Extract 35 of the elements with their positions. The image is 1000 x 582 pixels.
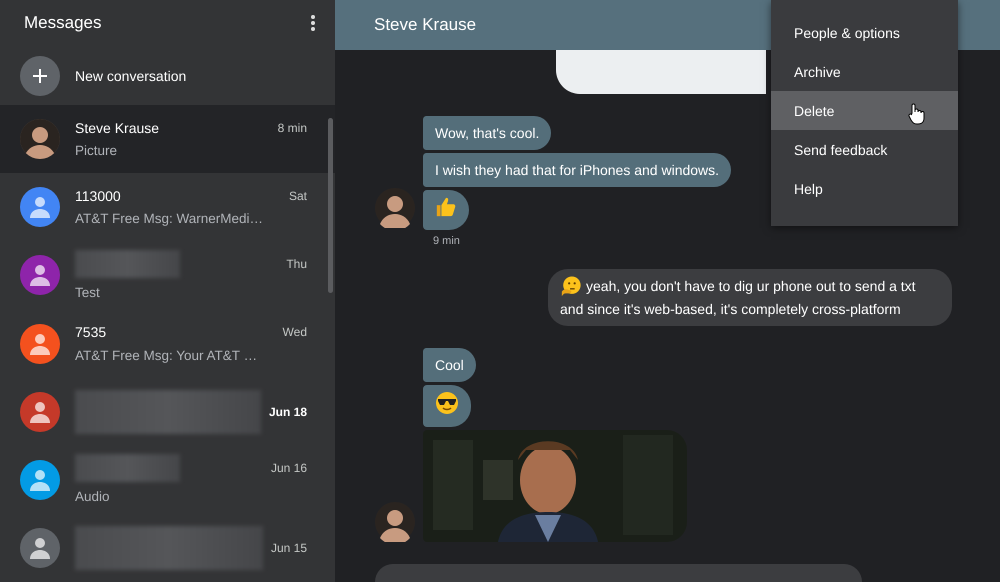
message-time: Jun 15 bbox=[270, 540, 307, 555]
contact-name: Steve Krause bbox=[75, 120, 160, 136]
message-bubble: I wish they had that for iPhones and windows. bbox=[423, 152, 732, 187]
menu-item[interactable]: People & options bbox=[771, 13, 958, 52]
message-time: Thu bbox=[286, 256, 307, 271]
message-time: 8 min bbox=[278, 120, 307, 135]
message-time: Jun 18 bbox=[268, 404, 307, 419]
new-conversation-link[interactable]: New conversation bbox=[75, 68, 186, 84]
conversation-item[interactable]: Jun 15 bbox=[0, 514, 335, 582]
message-preview: Test bbox=[75, 284, 100, 300]
menu-item[interactable]: Delete bbox=[771, 91, 958, 130]
menu-item[interactable]: Help bbox=[771, 169, 958, 208]
message-preview: Picture bbox=[75, 143, 118, 158]
conversation-item[interactable]: Thu Test bbox=[0, 241, 335, 310]
contact-name: 113000 bbox=[75, 188, 121, 204]
menu-item[interactable]: Send feedback bbox=[771, 130, 958, 169]
message-time: Sat bbox=[288, 188, 307, 203]
message-time: Wed bbox=[282, 325, 307, 340]
app-title: Messages bbox=[24, 13, 102, 34]
message-preview: AT&T Free Msg: WarnerMedi… bbox=[75, 211, 264, 226]
message-time: Jun 16 bbox=[270, 461, 307, 476]
message-preview: Audio bbox=[75, 489, 110, 504]
message-bubble: Cool bbox=[423, 348, 476, 382]
message-time: 9 min bbox=[433, 234, 460, 247]
conversation-item[interactable]: 7535 Wed AT&T Free Msg: Your AT&T … bbox=[0, 309, 335, 378]
contact-name: 7535 bbox=[75, 324, 106, 340]
menu-item[interactable]: Archive bbox=[771, 52, 958, 91]
message-preview: AT&T Free Msg: Your AT&T … bbox=[75, 348, 258, 363]
message-bubble: yeah, you don't have to dig ur phone out to send a txt and since it's web-based, it's completely cross-platform bbox=[548, 268, 952, 326]
conversation-item[interactable]: 113000 Sat AT&T Free Msg: WarnerMedi… bbox=[0, 173, 335, 242]
message-bubble: Wow, that's cool. bbox=[423, 116, 552, 150]
conversation-item[interactable]: Jun 18 bbox=[0, 378, 335, 446]
conversation-item[interactable]: Jun 16 Audio bbox=[0, 446, 335, 514]
conversation-item[interactable]: Steve Krause 8 min Picture bbox=[0, 105, 335, 174]
chat-title: Steve Krause bbox=[374, 15, 476, 35]
